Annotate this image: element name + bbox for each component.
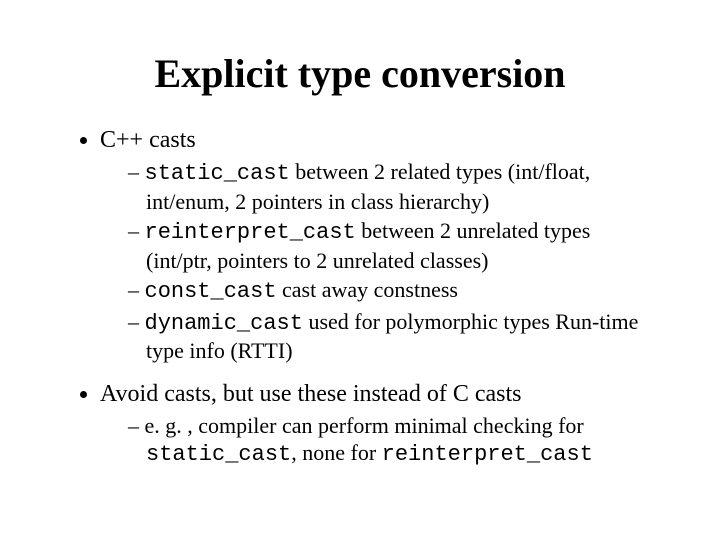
bullet-label: C++ casts [100, 127, 196, 153]
text: e. g. , compiler can perform minimal che… [145, 413, 584, 438]
code-static-cast: static_cast [146, 442, 291, 467]
bullet-list: C++ casts static_cast between 2 related … [60, 127, 660, 469]
bullet-cpp-casts: C++ casts static_cast between 2 related … [100, 127, 660, 365]
bullet-avoid-casts: Avoid casts, but use these instead of C … [100, 381, 660, 469]
text: , none for [291, 440, 381, 465]
list-item: dynamic_cast used for polymorphic types … [128, 308, 660, 365]
code-dynamic-cast: dynamic_cast [145, 311, 303, 336]
code-static-cast: static_cast [145, 161, 290, 186]
list-item: static_cast between 2 related types (int… [128, 158, 660, 215]
code-reinterpret-cast: reinterpret_cast [382, 442, 593, 467]
list-item: e. g. , compiler can perform minimal che… [128, 412, 660, 469]
list-item: const_cast cast away constness [128, 276, 660, 306]
note-list: e. g. , compiler can perform minimal che… [100, 412, 660, 469]
text: cast away constness [277, 277, 458, 302]
cast-list: static_cast between 2 related types (int… [100, 158, 660, 365]
page-title: Explicit type conversion [60, 50, 660, 97]
bullet-label: Avoid casts, but use these instead of C … [100, 381, 521, 407]
code-reinterpret-cast: reinterpret_cast [145, 220, 356, 245]
list-item: reinterpret_cast between 2 unrelated typ… [128, 217, 660, 274]
slide: Explicit type conversion C++ casts stati… [0, 0, 720, 540]
code-const-cast: const_cast [145, 279, 277, 304]
